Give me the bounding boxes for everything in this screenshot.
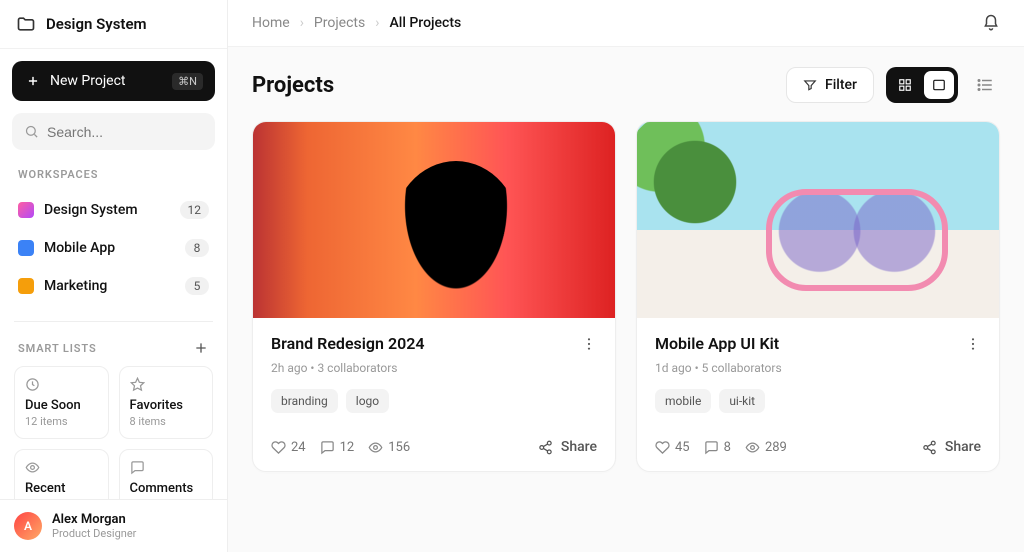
share-label: Share [945, 439, 981, 455]
more-button[interactable] [581, 336, 597, 352]
breadcrumb-projects[interactable]: Projects [314, 15, 365, 31]
comments-count: 12 [340, 440, 355, 455]
sidebar-item-workspace[interactable]: Mobile App 8 [12, 229, 215, 267]
chevron-right-icon: › [375, 15, 379, 31]
workspace-color-icon [18, 240, 34, 256]
eye-icon [25, 460, 98, 475]
smartlist-sub: 12 items [25, 415, 98, 428]
user-role: Product Designer [52, 527, 136, 540]
workspace-name: Design System [44, 202, 170, 218]
search-input-wrapper[interactable]: ⌘K [12, 113, 215, 150]
tag[interactable]: branding [271, 389, 338, 413]
views-stat: 156 [368, 440, 410, 455]
more-button[interactable] [965, 336, 981, 352]
tag[interactable]: ui-kit [719, 389, 765, 413]
tag[interactable]: mobile [655, 389, 711, 413]
project-title: Mobile App UI Kit [655, 334, 779, 353]
tag[interactable]: logo [346, 389, 389, 413]
new-project-label: New Project [50, 73, 126, 89]
add-smartlist-button[interactable] [193, 340, 209, 356]
project-title: Brand Redesign 2024 [271, 334, 425, 353]
likes-count: 45 [675, 440, 690, 455]
page-title: Projects [252, 73, 334, 98]
workspace-color-icon [18, 202, 34, 218]
list-view-button[interactable] [970, 70, 1000, 100]
workspace-name: Mobile App [44, 240, 175, 256]
filter-icon [803, 78, 817, 92]
clock-icon [25, 377, 98, 392]
new-project-button[interactable]: New Project ⌘N [12, 61, 215, 101]
filter-button[interactable]: Filter [786, 67, 874, 103]
workspace-name: Marketing [44, 278, 175, 294]
smartlist-title: Comments [130, 481, 203, 496]
sidebar: Design System New Project ⌘N ⌘K WORKSPAC… [0, 0, 228, 552]
share-label: Share [561, 439, 597, 455]
star-icon [130, 377, 203, 392]
topbar: Home › Projects › All Projects [228, 0, 1024, 47]
smartlist-sub: 8 items [130, 415, 203, 428]
breadcrumb: Home › Projects › All Projects [252, 15, 461, 31]
user-footer[interactable]: A Alex Morgan Product Designer [0, 499, 227, 552]
search-input[interactable] [47, 124, 227, 140]
project-subtitle: 1d ago • 5 collaborators [655, 361, 981, 375]
likes-stat[interactable]: 45 [655, 440, 690, 455]
sidebar-item-workspace[interactable]: Marketing 5 [12, 267, 215, 305]
app-title: Design System [46, 15, 147, 33]
views-count: 156 [388, 440, 410, 455]
smartlist-title: Due Soon [25, 398, 98, 413]
comments-stat[interactable]: 8 [704, 440, 731, 455]
workspace-color-icon [18, 278, 34, 294]
project-card[interactable]: Mobile App UI Kit 1d ago • 5 collaborato… [636, 121, 1000, 472]
search-icon [24, 124, 39, 139]
notifications-button[interactable] [982, 14, 1000, 32]
chevron-right-icon: › [300, 15, 304, 31]
smartlist-card[interactable]: Due Soon 12 items [14, 366, 109, 439]
folder-icon [16, 14, 36, 34]
workspaces-label: WORKSPACES [12, 150, 215, 191]
smartlist-title: Favorites [130, 398, 203, 413]
project-thumbnail [253, 122, 615, 318]
share-button[interactable]: Share [538, 439, 597, 455]
view-toggle [886, 67, 958, 103]
smartlists-label: SMART LISTS [18, 342, 97, 355]
breadcrumb-current: All Projects [389, 15, 461, 31]
workspace-count-badge: 5 [185, 277, 209, 295]
likes-count: 24 [291, 440, 306, 455]
workspace-count-badge: 8 [185, 239, 209, 257]
sidebar-header: Design System [0, 0, 227, 49]
avatar: A [14, 512, 42, 540]
chat-icon [130, 460, 203, 475]
smartlist-title: Recent [25, 481, 98, 496]
card-view-button[interactable] [924, 71, 954, 99]
grid-view-button[interactable] [890, 71, 920, 99]
views-count: 289 [765, 440, 787, 455]
plus-icon [26, 74, 40, 88]
sidebar-item-workspace[interactable]: Design System 12 [12, 191, 215, 229]
views-stat: 289 [745, 440, 787, 455]
project-subtitle: 2h ago • 3 collaborators [271, 361, 597, 375]
project-thumbnail [637, 122, 999, 318]
user-name: Alex Morgan [52, 512, 136, 527]
new-project-shortcut: ⌘N [172, 73, 203, 90]
breadcrumb-home[interactable]: Home [252, 15, 290, 31]
smartlist-card[interactable]: Favorites 8 items [119, 366, 214, 439]
likes-stat[interactable]: 24 [271, 440, 306, 455]
comments-count: 8 [724, 440, 731, 455]
main: Home › Projects › All Projects Projects [228, 0, 1024, 552]
filter-label: Filter [825, 77, 857, 93]
comments-stat[interactable]: 12 [320, 440, 355, 455]
project-card[interactable]: Brand Redesign 2024 2h ago • 3 collabora… [252, 121, 616, 472]
share-button[interactable]: Share [922, 439, 981, 455]
workspace-count-badge: 12 [180, 201, 210, 219]
